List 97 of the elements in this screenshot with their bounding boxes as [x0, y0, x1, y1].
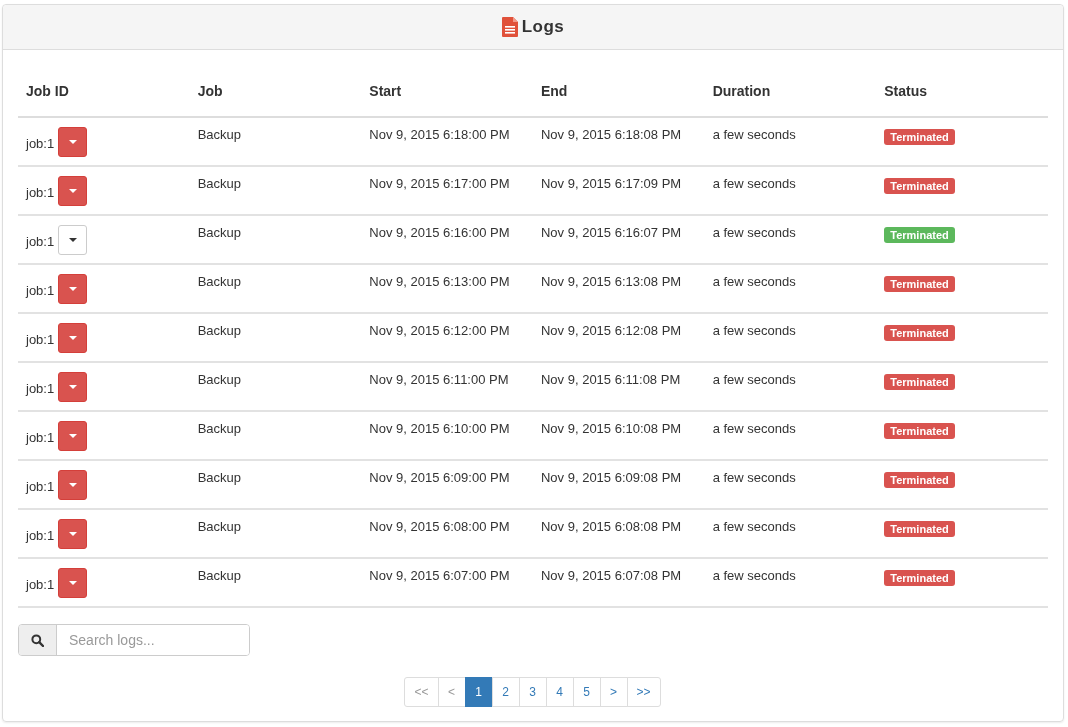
job-id: job:1	[26, 232, 55, 249]
job-id: job:1	[26, 281, 55, 298]
table-cell: Backup	[189, 460, 362, 509]
search-icon	[31, 633, 44, 647]
page-button[interactable]: >	[599, 677, 628, 707]
status-label: Terminated	[884, 227, 955, 243]
dropdown-button[interactable]	[58, 274, 88, 304]
status-label: Terminated	[884, 276, 955, 292]
table-cell: a few seconds	[704, 117, 877, 166]
caret-icon	[68, 532, 77, 536]
caret-icon	[68, 336, 77, 340]
dropdown-button[interactable]	[58, 225, 88, 255]
table-cell: a few seconds	[704, 313, 877, 362]
table-cell: Nov 9, 2015 6:08:08 PM	[532, 509, 705, 558]
table-cell: Nov 9, 2015 6:07:08 PM	[532, 558, 705, 607]
column-header: Status	[876, 66, 1048, 117]
dropdown-button[interactable]	[58, 470, 88, 500]
dropdown-button[interactable]	[58, 127, 88, 157]
caret-icon	[68, 434, 77, 438]
table-cell: Backup	[189, 117, 362, 166]
table-cell: Nov 9, 2015 6:12:08 PM	[532, 313, 705, 362]
job-id: job:1	[26, 330, 55, 347]
column-header: Start	[361, 66, 533, 117]
job-id: job:1	[26, 575, 55, 592]
page-button[interactable]: 3	[518, 677, 547, 707]
table-cell: Backup	[189, 264, 362, 313]
status-label: Terminated	[884, 423, 955, 439]
job-id: job:1	[26, 477, 55, 494]
job-id: job:1	[26, 134, 55, 151]
page-button[interactable]: 1	[464, 677, 493, 707]
panel-title: Logs	[521, 17, 565, 37]
table-cell: Backup	[189, 362, 362, 411]
table-cell: a few seconds	[704, 558, 877, 607]
dropdown-button[interactable]	[58, 421, 88, 451]
table-cell: Nov 9, 2015 6:08:00 PM	[361, 509, 533, 558]
column-header: End	[532, 66, 705, 117]
page-button[interactable]: 4	[545, 677, 574, 707]
caret-icon	[68, 140, 77, 144]
table-cell: Backup	[189, 509, 362, 558]
table-cell: Nov 9, 2015 6:07:00 PM	[361, 558, 533, 607]
document-icon	[501, 17, 518, 37]
status-label: Terminated	[884, 129, 955, 145]
page-button[interactable]: >>	[626, 677, 661, 707]
table-cell: Nov 9, 2015 6:09:08 PM	[532, 460, 705, 509]
table-cell: Backup	[189, 215, 362, 264]
job-id: job:1	[26, 526, 55, 543]
caret-icon	[68, 581, 77, 585]
status-label: Terminated	[884, 178, 955, 194]
table-cell: a few seconds	[704, 264, 877, 313]
table-cell: Nov 9, 2015 6:12:00 PM	[361, 313, 533, 362]
table-cell: Backup	[189, 411, 362, 460]
caret-icon	[68, 483, 77, 487]
search-field[interactable]: Search logs...	[18, 624, 250, 656]
status-label: Terminated	[884, 325, 955, 341]
table-cell: Nov 9, 2015 6:10:00 PM	[361, 411, 533, 460]
table-cell: Nov 9, 2015 6:18:08 PM	[532, 117, 705, 166]
table-cell: a few seconds	[704, 166, 877, 215]
job-id: job:1	[26, 379, 55, 396]
table-cell: Nov 9, 2015 6:11:00 PM	[361, 362, 533, 411]
table-cell: Backup	[189, 558, 362, 607]
table-cell: Nov 9, 2015 6:13:08 PM	[532, 264, 705, 313]
status-label: Terminated	[884, 374, 955, 390]
table-cell: Nov 9, 2015 6:17:09 PM	[532, 166, 705, 215]
page-button[interactable]: 2	[491, 677, 520, 707]
dropdown-button[interactable]	[58, 372, 88, 402]
dropdown-button[interactable]	[58, 519, 88, 549]
table-cell: Nov 9, 2015 6:11:08 PM	[532, 362, 705, 411]
job-id: job:1	[26, 428, 55, 445]
table-cell: Nov 9, 2015 6:09:00 PM	[361, 460, 533, 509]
table-cell: a few seconds	[704, 215, 877, 264]
dropdown-button[interactable]	[58, 176, 88, 206]
status-label: Terminated	[884, 472, 955, 488]
table-cell: Backup	[189, 313, 362, 362]
dropdown-button[interactable]	[58, 323, 88, 353]
column-header: Duration	[704, 66, 877, 117]
table-cell: a few seconds	[704, 362, 877, 411]
table-cell: Nov 9, 2015 6:13:00 PM	[361, 264, 533, 313]
table-cell: Nov 9, 2015 6:10:08 PM	[532, 411, 705, 460]
caret-icon	[68, 189, 77, 193]
column-header: Job	[189, 66, 362, 117]
job-id: job:1	[26, 183, 55, 200]
caret-icon	[68, 385, 77, 389]
table-cell: Nov 9, 2015 6:16:00 PM	[361, 215, 533, 264]
status-label: Terminated	[884, 521, 955, 537]
table-cell: Nov 9, 2015 6:17:00 PM	[361, 166, 533, 215]
status-label: Terminated	[884, 570, 955, 586]
table-cell: Nov 9, 2015 6:18:00 PM	[361, 117, 533, 166]
caret-icon	[68, 238, 77, 242]
table-cell: Backup	[189, 166, 362, 215]
caret-icon	[68, 287, 77, 291]
table-cell: a few seconds	[704, 509, 877, 558]
table-cell: Nov 9, 2015 6:16:07 PM	[532, 215, 705, 264]
table-cell: a few seconds	[704, 411, 877, 460]
dropdown-button[interactable]	[58, 568, 88, 598]
page-button[interactable]: 5	[572, 677, 601, 707]
table-cell: a few seconds	[704, 460, 877, 509]
column-header: Job ID	[18, 66, 190, 117]
